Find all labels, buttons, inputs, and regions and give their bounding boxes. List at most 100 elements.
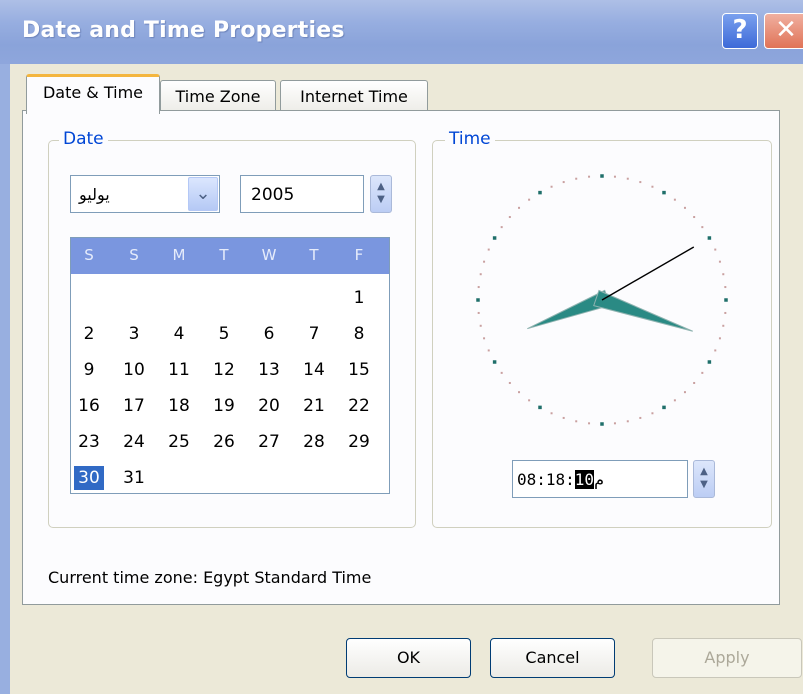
calendar-day[interactable]: 16 xyxy=(74,394,104,418)
close-button[interactable]: ✕ xyxy=(764,13,803,49)
clock-minute-mark xyxy=(550,185,553,188)
calendar-day[interactable]: 10 xyxy=(119,358,149,382)
calendar-day[interactable]: 6 xyxy=(254,322,284,346)
calendar-day[interactable]: 27 xyxy=(254,430,284,454)
day-name: S xyxy=(84,246,94,264)
calendar-day[interactable]: 17 xyxy=(119,394,149,418)
spin-down-icon[interactable]: ▼ xyxy=(371,194,391,205)
clock-minute-mark xyxy=(487,349,490,352)
calendar-day[interactable]: 15 xyxy=(344,358,374,382)
calendar-day[interactable]: 25 xyxy=(164,430,194,454)
clock-minute-mark xyxy=(693,381,696,384)
ok-button[interactable]: OK xyxy=(346,638,471,678)
close-icon: ✕ xyxy=(775,15,797,45)
clock-minute-mark xyxy=(588,175,591,178)
calendar-day[interactable]: 9 xyxy=(74,358,104,382)
calendar-day[interactable]: 18 xyxy=(164,394,194,418)
clock-minute-mark xyxy=(483,260,486,263)
calendar-day[interactable]: 4 xyxy=(164,322,194,346)
calendar-day[interactable]: 11 xyxy=(164,358,194,382)
spin-down-icon[interactable]: ▼ xyxy=(694,479,714,490)
clock-minute-mark xyxy=(479,273,482,276)
clock-minute-mark xyxy=(477,311,480,314)
calendar-day[interactable]: 31 xyxy=(119,466,149,490)
calendar-day[interactable]: 22 xyxy=(344,394,374,418)
time-ampm: م xyxy=(594,470,604,489)
help-button[interactable]: ? xyxy=(722,13,758,49)
year-value: 2005 xyxy=(251,185,295,205)
calendar-day[interactable]: 8 xyxy=(344,322,374,346)
month-value: يوليو xyxy=(79,185,110,204)
tab-internet-time[interactable]: Internet Time xyxy=(280,80,428,114)
calendar-day[interactable]: 2 xyxy=(74,322,104,346)
clock-minute-mark xyxy=(639,416,642,419)
clock-minute-mark xyxy=(550,412,553,415)
tab-time-zone[interactable]: Time Zone xyxy=(160,80,276,114)
tab-date-time[interactable]: Date & Time xyxy=(26,74,160,114)
clock-minute-mark xyxy=(613,175,616,178)
clock-minute-mark xyxy=(722,273,725,276)
clock-minute-mark xyxy=(479,324,482,327)
time-field[interactable]: 08:18:10م xyxy=(512,460,688,498)
clock-minute-mark xyxy=(683,206,686,209)
date-group-label: Date xyxy=(59,129,108,149)
clock-minute-mark xyxy=(487,248,490,251)
calendar-day[interactable]: 29 xyxy=(344,430,374,454)
calendar-day[interactable]: 30 xyxy=(74,466,104,490)
clock-minute-mark xyxy=(714,349,717,352)
calendar-day[interactable]: 13 xyxy=(254,358,284,382)
calendar-day[interactable]: 7 xyxy=(299,322,329,346)
clock-minute-mark xyxy=(718,337,721,340)
clock-minute-mark xyxy=(626,420,629,423)
clock-minute-mark xyxy=(693,216,696,219)
clock-minute-mark xyxy=(500,371,503,374)
calendar-day[interactable]: 24 xyxy=(119,430,149,454)
calendar-day[interactable]: 26 xyxy=(209,430,239,454)
calendar-day[interactable]: 14 xyxy=(299,358,329,382)
calendar-day[interactable]: 5 xyxy=(209,322,239,346)
clock-minute-mark xyxy=(562,416,565,419)
chevron-down-icon[interactable]: ⌄ xyxy=(188,177,218,211)
time-group-label: Time xyxy=(445,129,495,149)
year-spinner[interactable]: ▲ ▼ xyxy=(370,175,392,213)
time-spinner[interactable]: ▲ ▼ xyxy=(693,460,715,498)
calendar-day[interactable]: 23 xyxy=(74,430,104,454)
spin-up-icon[interactable]: ▲ xyxy=(694,466,714,477)
time-value: 08:18:10م xyxy=(517,470,604,489)
calendar-day[interactable]: 3 xyxy=(119,322,149,346)
clock-hour-mark xyxy=(538,405,542,410)
spin-up-icon[interactable]: ▲ xyxy=(371,181,391,192)
day-name: S xyxy=(129,246,139,264)
day-name: W xyxy=(261,246,277,264)
window-title: Date and Time Properties xyxy=(22,18,345,43)
cancel-button[interactable]: Cancel xyxy=(490,638,615,678)
title-bar[interactable]: Date and Time Properties ? ✕ xyxy=(0,0,803,64)
clock-minute-mark xyxy=(483,337,486,340)
calendar-day[interactable]: 21 xyxy=(299,394,329,418)
clock-minute-mark xyxy=(701,226,704,229)
day-name: T xyxy=(219,246,229,264)
calendar-day[interactable]: 20 xyxy=(254,394,284,418)
month-dropdown[interactable]: يوليو ⌄ xyxy=(70,175,220,213)
calendar-day[interactable]: 28 xyxy=(299,430,329,454)
clock-minute-mark xyxy=(528,198,531,201)
clock-hour-mark xyxy=(724,298,728,302)
year-field[interactable]: 2005 xyxy=(240,175,364,213)
time-seconds[interactable]: 10 xyxy=(574,470,595,489)
calendar[interactable]: S S M T W T F 1 2 3 4 5 6 7 8 9 10 11 12 13 14 15 16 17 1… xyxy=(70,237,390,494)
help-icon: ? xyxy=(732,15,748,45)
clock-minute-mark xyxy=(518,206,521,209)
clock-minute-mark xyxy=(673,198,676,201)
clock-minute-mark xyxy=(724,311,727,314)
clock-hour-mark xyxy=(492,236,497,240)
clock-minute-mark xyxy=(508,216,511,219)
clock-minute-mark xyxy=(528,399,531,402)
clock-minute-mark xyxy=(651,412,654,415)
clock-hour-mark xyxy=(600,422,604,426)
clock-hour-mark xyxy=(600,174,604,178)
apply-button[interactable]: Apply xyxy=(652,638,802,678)
clock-minute-mark xyxy=(683,391,686,394)
calendar-day[interactable]: 19 xyxy=(209,394,239,418)
calendar-day[interactable]: 1 xyxy=(344,286,374,310)
calendar-day[interactable]: 12 xyxy=(209,358,239,382)
